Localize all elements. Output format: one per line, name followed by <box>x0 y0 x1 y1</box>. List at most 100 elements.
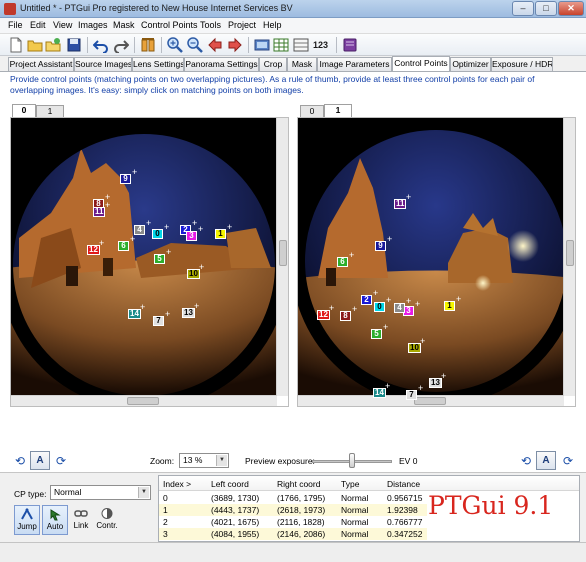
menu-control-points[interactable]: Control Points <box>141 20 198 30</box>
minimize-button[interactable]: – <box>512 1 534 16</box>
exposure-slider-thumb[interactable] <box>349 453 355 468</box>
new-file-icon[interactable] <box>8 37 24 53</box>
control-point-marker[interactable]: 10 <box>187 269 200 279</box>
scroll-thumb[interactable] <box>414 397 446 405</box>
jump-button[interactable]: Jump <box>14 505 40 535</box>
cp-type-select[interactable]: Normal ▼ <box>50 485 151 500</box>
col-index[interactable]: Index > <box>163 479 191 489</box>
table-row[interactable]: 0 (3689, 1730) (1766, 1795) Normal 0.956… <box>159 492 427 504</box>
control-point-marker[interactable]: 11 <box>394 199 407 209</box>
tab-panorama-settings[interactable]: Panorama Settings <box>184 57 259 71</box>
control-point-marker[interactable]: 12 <box>87 245 100 255</box>
control-point-marker[interactable]: 2 <box>361 295 372 305</box>
close-button[interactable]: ✕ <box>558 1 584 16</box>
cp-table-icon[interactable] <box>293 37 309 53</box>
maximize-button[interactable]: □ <box>535 1 557 16</box>
col-distance[interactable]: Distance <box>387 479 420 489</box>
scroll-thumb[interactable] <box>566 240 574 266</box>
numbers-icon[interactable]: 123 <box>313 37 331 53</box>
tab-project-assistant[interactable]: Project Assistant <box>8 57 74 71</box>
tab-lens-settings[interactable]: Lens Settings <box>132 57 184 71</box>
open-folder-icon[interactable] <box>27 37 43 53</box>
rotate-left-icon[interactable]: ⟲ <box>12 453 28 469</box>
tab-control-points[interactable]: Control Points <box>392 56 450 71</box>
control-point-marker[interactable]: 8 <box>340 311 351 321</box>
left-image-tab-1[interactable]: 1 <box>36 105 64 117</box>
table-icon[interactable] <box>273 37 289 53</box>
control-point-marker[interactable]: 13 <box>429 378 442 388</box>
tab-mask[interactable]: Mask <box>287 57 317 71</box>
undo-icon[interactable] <box>93 37 109 53</box>
table-row[interactable]: 1 (4443, 1737) (2618, 1973) Normal 1.923… <box>159 504 427 516</box>
scroll-thumb[interactable] <box>279 240 287 266</box>
control-point-marker[interactable]: 1 <box>215 229 226 239</box>
auto-button[interactable]: Auto <box>42 505 68 535</box>
menu-edit[interactable]: Edit <box>30 20 46 30</box>
left-vertical-scrollbar[interactable] <box>276 118 288 396</box>
col-left-coord[interactable]: Left coord <box>211 479 249 489</box>
control-point-marker[interactable]: 1 <box>444 301 455 311</box>
control-point-marker[interactable]: 13 <box>182 308 195 318</box>
right-image-tab-0[interactable]: 0 <box>300 105 324 117</box>
contrast-button[interactable]: Contr. <box>94 505 120 535</box>
control-point-marker[interactable]: 14 <box>373 388 386 398</box>
menu-images[interactable]: Images <box>78 20 108 30</box>
menu-view[interactable]: View <box>53 20 72 30</box>
tab-optimizer[interactable]: Optimizer <box>450 57 491 71</box>
previous-icon[interactable] <box>207 37 223 53</box>
control-point-marker[interactable]: 5 <box>154 254 165 264</box>
control-point-marker[interactable]: 7 <box>406 390 417 400</box>
tab-source-images[interactable]: Source Images <box>74 57 132 71</box>
rotate-left-icon[interactable]: ⟲ <box>518 453 534 469</box>
control-point-marker[interactable]: 6 <box>337 257 348 267</box>
panorama-editor-icon[interactable] <box>254 37 270 53</box>
right-vertical-scrollbar[interactable] <box>563 118 575 396</box>
menu-help[interactable]: Help <box>263 20 282 30</box>
rotate-right-icon[interactable]: ⟳ <box>53 453 69 469</box>
menu-mask[interactable]: Mask <box>113 20 135 30</box>
menu-file[interactable]: File <box>8 20 23 30</box>
zoom-select[interactable]: 13 % ▼ <box>179 453 229 468</box>
control-point-marker[interactable]: 0 <box>152 229 163 239</box>
control-point-marker[interactable]: 12 <box>317 310 330 320</box>
table-row[interactable]: 3 (4084, 1955) (2146, 2086) Normal 0.347… <box>159 528 427 540</box>
right-image-tab-1[interactable]: 1 <box>324 104 352 117</box>
control-point-marker[interactable]: 3 <box>186 231 197 241</box>
tab-image-parameters[interactable]: Image Parameters <box>317 57 392 71</box>
rotate-right-icon[interactable]: ⟳ <box>560 453 576 469</box>
col-type[interactable]: Type <box>341 479 359 489</box>
zoom-out-icon[interactable] <box>187 37 203 53</box>
open-recent-icon[interactable] <box>45 37 61 53</box>
control-point-marker[interactable]: 9 <box>375 241 386 251</box>
left-image-tab-0[interactable]: 0 <box>12 104 36 117</box>
control-point-marker[interactable]: 9 <box>120 174 131 184</box>
next-icon[interactable] <box>227 37 243 53</box>
control-point-marker[interactable]: 11 <box>93 207 106 217</box>
table-row[interactable]: 2 (4021, 1675) (2116, 1828) Normal 0.766… <box>159 516 427 528</box>
left-auto-align-button[interactable]: A <box>30 451 50 470</box>
help-book-icon[interactable] <box>342 37 358 53</box>
left-horizontal-scrollbar[interactable] <box>11 395 277 406</box>
control-point-marker[interactable]: 5 <box>371 329 382 339</box>
control-point-marker[interactable]: 4 <box>394 303 405 313</box>
link-button[interactable]: Link <box>68 505 94 535</box>
tab-crop[interactable]: Crop <box>259 57 287 71</box>
control-point-marker[interactable]: 14 <box>128 309 141 319</box>
redo-icon[interactable] <box>113 37 129 53</box>
control-point-marker[interactable]: 10 <box>408 343 421 353</box>
save-icon[interactable] <box>66 37 82 53</box>
control-point-marker[interactable]: 6 <box>118 241 129 251</box>
menu-project[interactable]: Project <box>228 20 256 30</box>
control-point-marker[interactable]: 4 <box>134 225 145 235</box>
control-points-tool-icon[interactable] <box>140 37 156 53</box>
tab-exposure-hdr[interactable]: Exposure / HDR <box>491 57 553 71</box>
right-auto-align-button[interactable]: A <box>536 451 556 470</box>
scroll-thumb[interactable] <box>127 397 159 405</box>
control-point-marker[interactable]: 0 <box>374 302 385 312</box>
control-point-marker[interactable]: 7 <box>153 316 164 326</box>
col-right-coord[interactable]: Right coord <box>277 479 320 489</box>
contrast-icon <box>101 508 113 519</box>
menu-tools[interactable]: Tools <box>200 20 221 30</box>
right-horizontal-scrollbar[interactable] <box>298 395 564 406</box>
zoom-in-icon[interactable] <box>167 37 183 53</box>
